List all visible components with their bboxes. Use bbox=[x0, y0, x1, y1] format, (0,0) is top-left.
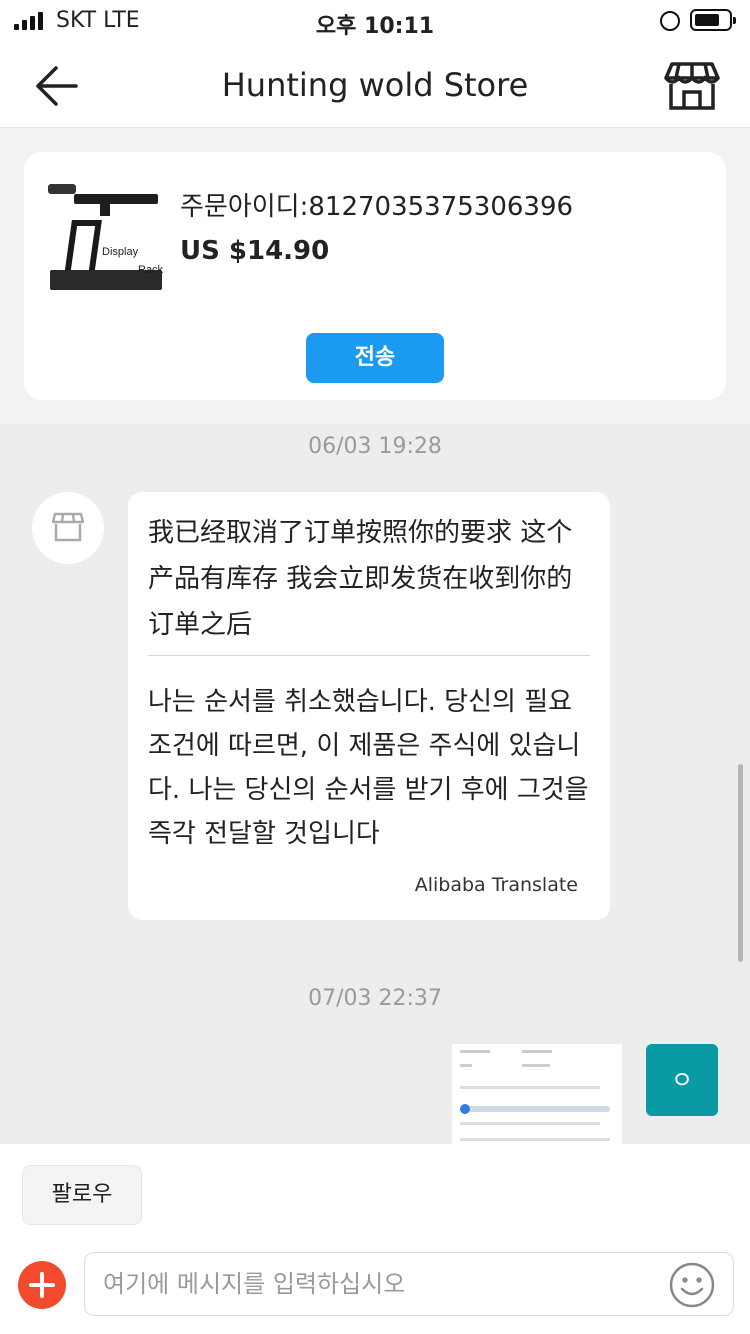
message-original-text: 我已经取消了订单按照你的要求 这个产品有库存 我会立即发货在收到你的订单之后 bbox=[148, 518, 573, 640]
message-input[interactable] bbox=[103, 1263, 663, 1305]
nav-bar: Hunting wold Store bbox=[0, 44, 750, 128]
status-time: 오후 10:11 bbox=[315, 14, 435, 39]
order-price: US $14.90 bbox=[180, 236, 330, 266]
battery-icon bbox=[690, 9, 736, 31]
thumb-label-rack: Rack bbox=[138, 264, 164, 276]
plus-icon[interactable] bbox=[18, 1261, 66, 1309]
thumb-label-display: Display bbox=[102, 246, 139, 258]
order-section: Display Rack 주문아이디:8127035375306396 US $… bbox=[0, 128, 750, 424]
message-timestamp: 07/03 22:37 bbox=[308, 986, 442, 1011]
image-message[interactable] bbox=[452, 1044, 622, 1144]
product-thumbnail[interactable]: Display Rack bbox=[48, 180, 166, 298]
my-avatar[interactable]: ㅇ bbox=[646, 1044, 718, 1116]
store-avatar[interactable] bbox=[32, 492, 104, 564]
message-input-box[interactable] bbox=[84, 1252, 734, 1316]
message-translated-text: 나는 순서를 취소했습니다. 당신의 필요 조건에 따르면, 이 제품은 주식에… bbox=[148, 687, 589, 849]
order-id: 주문아이디:8127035375306396 bbox=[180, 192, 574, 222]
storefront-icon bbox=[52, 512, 84, 542]
divider bbox=[148, 655, 590, 656]
rotation-lock-icon bbox=[660, 11, 680, 31]
storefront-icon[interactable] bbox=[664, 60, 720, 112]
status-bar: SKT LTE 오후 10:11 bbox=[0, 0, 750, 44]
follow-button[interactable]: 팔로우 bbox=[22, 1165, 142, 1225]
smiley-icon[interactable] bbox=[669, 1262, 715, 1308]
message-bubble[interactable]: 我已经取消了订单按照你的要求 这个产品有库存 我会立即发货在收到你的订单之后 나… bbox=[128, 492, 610, 920]
order-card[interactable]: Display Rack 주문아이디:8127035375306396 US $… bbox=[24, 152, 726, 400]
send-order-button[interactable]: 전송 bbox=[306, 333, 444, 383]
composer-area: 팔로우 bbox=[0, 1144, 750, 1334]
page-title: Hunting wold Store bbox=[221, 66, 529, 104]
translation-credit: Alibaba Translate bbox=[414, 874, 578, 896]
message-timestamp: 06/03 19:28 bbox=[308, 434, 442, 459]
scrollbar[interactable] bbox=[738, 764, 743, 962]
brand-logo bbox=[48, 184, 76, 194]
